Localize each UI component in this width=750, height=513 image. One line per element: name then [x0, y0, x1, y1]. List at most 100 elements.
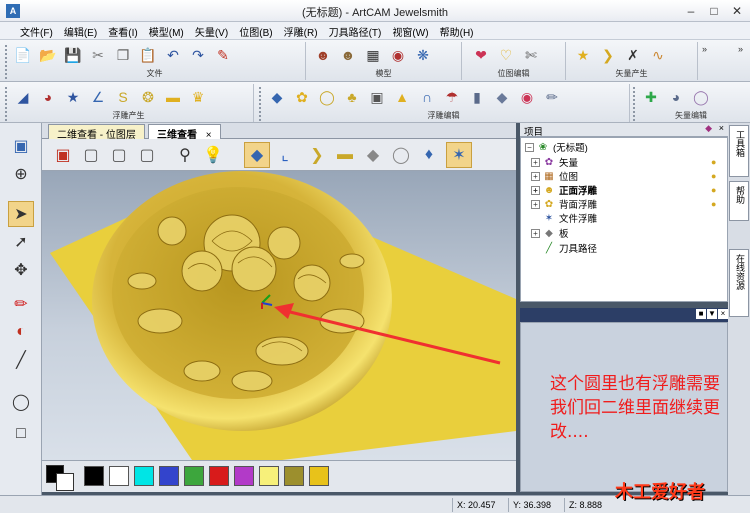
- bowl-vector-icon[interactable]: ◕: [665, 86, 687, 108]
- expand-icon[interactable]: +: [531, 228, 540, 238]
- swatch-olive[interactable]: [284, 466, 304, 486]
- axis-icon[interactable]: ⌞: [272, 142, 298, 168]
- tab-2d-view[interactable]: 二维查看 - 位图层: [48, 124, 145, 141]
- swatch-light-yellow[interactable]: [259, 466, 279, 486]
- fill-icon[interactable]: ◐: [8, 319, 34, 345]
- copy-icon[interactable]: ❐: [112, 44, 134, 66]
- dock-panel-icon[interactable]: ▼: [707, 309, 717, 319]
- zoom-window-icon[interactable]: ▣: [8, 133, 34, 159]
- bear-model-2-icon[interactable]: ☻: [337, 44, 359, 66]
- clover-edit-icon[interactable]: ♣: [341, 86, 363, 108]
- tree-item-file-relief[interactable]: ✶ 文件浮雕: [543, 211, 597, 226]
- menu-help[interactable]: 帮助(H): [436, 22, 478, 41]
- curve-vector-icon[interactable]: ∿: [647, 44, 669, 66]
- swatch-red[interactable]: [209, 466, 229, 486]
- menu-edit[interactable]: 编辑(E): [60, 22, 101, 41]
- swatch-blue[interactable]: [159, 466, 179, 486]
- material-icon[interactable]: ▬: [332, 142, 358, 168]
- tree-item-back-relief[interactable]: + ✿ 背面浮雕: [531, 197, 597, 211]
- select-arrow-icon[interactable]: ➤: [8, 201, 34, 227]
- close-lower-panel-icon[interactable]: ×: [718, 309, 728, 319]
- shape-relief-icon[interactable]: ◢: [12, 86, 34, 108]
- pencil-icon[interactable]: ✏: [8, 291, 34, 317]
- dome-relief-icon[interactable]: ◕: [37, 86, 59, 108]
- swatch-gold[interactable]: [309, 466, 329, 486]
- menu-window[interactable]: 视窗(W): [388, 22, 432, 41]
- maximize-button[interactable]: □: [703, 3, 725, 19]
- edit-icon[interactable]: ✎: [212, 44, 234, 66]
- star-vector-icon[interactable]: ★: [572, 44, 594, 66]
- redo-icon[interactable]: ↷: [187, 44, 209, 66]
- tree-root[interactable]: − ❀ (无标题): [525, 140, 588, 154]
- expand-icon[interactable]: +: [531, 185, 540, 195]
- heart-bitmap-icon[interactable]: ❤: [470, 44, 492, 66]
- tab-3d-view[interactable]: 三维查看 ×: [148, 124, 221, 141]
- close-panel-icon[interactable]: ×: [719, 123, 724, 133]
- crown-relief-icon[interactable]: ♛: [187, 86, 209, 108]
- swatch-purple[interactable]: [234, 466, 254, 486]
- compass-icon[interactable]: ⊕: [8, 161, 34, 187]
- paste-icon[interactable]: 📋: [137, 44, 159, 66]
- ring-vector-icon[interactable]: ◯: [690, 86, 712, 108]
- secondary-color-swatch[interactable]: [56, 473, 74, 491]
- collapse-icon[interactable]: −: [525, 142, 534, 152]
- swatch-white[interactable]: [109, 466, 129, 486]
- expand-icon[interactable]: +: [531, 157, 540, 167]
- globe-model-icon[interactable]: ❋: [412, 44, 434, 66]
- expand-icon[interactable]: +: [531, 171, 540, 181]
- arch-edit-icon[interactable]: ∩: [416, 86, 438, 108]
- visibility-icons[interactable]: ● ● ● ●: [711, 155, 723, 211]
- plane-view-icon[interactable]: ◆: [244, 142, 270, 168]
- tree-item-vector[interactable]: + ✿ 矢量: [531, 155, 578, 169]
- pin-panel-icon[interactable]: ■: [696, 309, 706, 319]
- rectangle-icon[interactable]: □: [8, 421, 34, 447]
- paint-bucket-icon[interactable]: ◯: [8, 389, 34, 415]
- column-edit-icon[interactable]: ▮: [466, 86, 488, 108]
- swatch-black[interactable]: [84, 466, 104, 486]
- tab-help[interactable]: 帮助: [729, 181, 749, 221]
- save-icon[interactable]: 💾: [62, 44, 84, 66]
- tree-item-bitmap[interactable]: + ▦ 位图: [531, 169, 578, 183]
- palette-edit-icon[interactable]: ◉: [516, 86, 538, 108]
- menu-bitmap[interactable]: 位图(B): [235, 22, 276, 41]
- cross-vector-icon[interactable]: ✗: [622, 44, 644, 66]
- s-curve-icon[interactable]: S: [112, 86, 134, 108]
- erase-edit-icon[interactable]: ▣: [366, 86, 388, 108]
- tree-item-toolpath[interactable]: ╱ 刀具路径: [543, 241, 597, 256]
- star-view-icon[interactable]: ✶: [446, 142, 472, 168]
- panel-splitter[interactable]: ■ ▼ ×: [520, 308, 728, 322]
- brush-edit-icon[interactable]: ✏: [541, 86, 563, 108]
- light-bulb-icon[interactable]: 💡: [200, 142, 226, 168]
- wire-icon[interactable]: ◯: [388, 142, 414, 168]
- undo-icon[interactable]: ↶: [162, 44, 184, 66]
- swatch-cyan[interactable]: [134, 466, 154, 486]
- expand-icon[interactable]: +: [531, 199, 540, 209]
- bear-model-icon[interactable]: ☻: [312, 44, 334, 66]
- swatch-green[interactable]: [184, 466, 204, 486]
- menu-view[interactable]: 查看(I): [104, 22, 141, 41]
- angle-relief-icon[interactable]: ∠: [87, 86, 109, 108]
- cut-icon[interactable]: ✂: [87, 44, 109, 66]
- 3d-viewport[interactable]: [42, 171, 516, 460]
- menu-toolpath[interactable]: 刀具路径(T): [325, 22, 386, 41]
- robot-model-icon[interactable]: ▦: [362, 44, 384, 66]
- tab-online-resources[interactable]: 在线资源: [729, 249, 749, 317]
- node-edit-icon[interactable]: ➚: [8, 229, 34, 255]
- close-button[interactable]: ✕: [726, 3, 748, 19]
- tree-item-front-relief[interactable]: + ☻ 正面浮雕: [531, 183, 597, 197]
- flower-edit-icon[interactable]: ✿: [291, 86, 313, 108]
- menu-model[interactable]: 模型(M): [145, 22, 188, 41]
- disc-model-icon[interactable]: ◉: [387, 44, 409, 66]
- chevron-vector-icon[interactable]: ❯: [597, 44, 619, 66]
- pin-icon[interactable]: ◆: [705, 123, 712, 134]
- side-view-icon[interactable]: ▢: [134, 142, 160, 168]
- zoom-icon[interactable]: ⚲: [172, 142, 198, 168]
- scissors-bitmap-icon[interactable]: ✄: [520, 44, 542, 66]
- cube-view-icon[interactable]: ▣: [50, 142, 76, 168]
- menu-vector[interactable]: 矢量(V): [191, 22, 232, 41]
- line-icon[interactable]: ╱: [8, 347, 34, 373]
- diamond-edit-icon[interactable]: ◆: [266, 86, 288, 108]
- minimize-button[interactable]: –: [680, 3, 702, 19]
- tab-toolbox[interactable]: 工具箱: [729, 125, 749, 177]
- stamp-edit-icon[interactable]: ▲: [391, 86, 413, 108]
